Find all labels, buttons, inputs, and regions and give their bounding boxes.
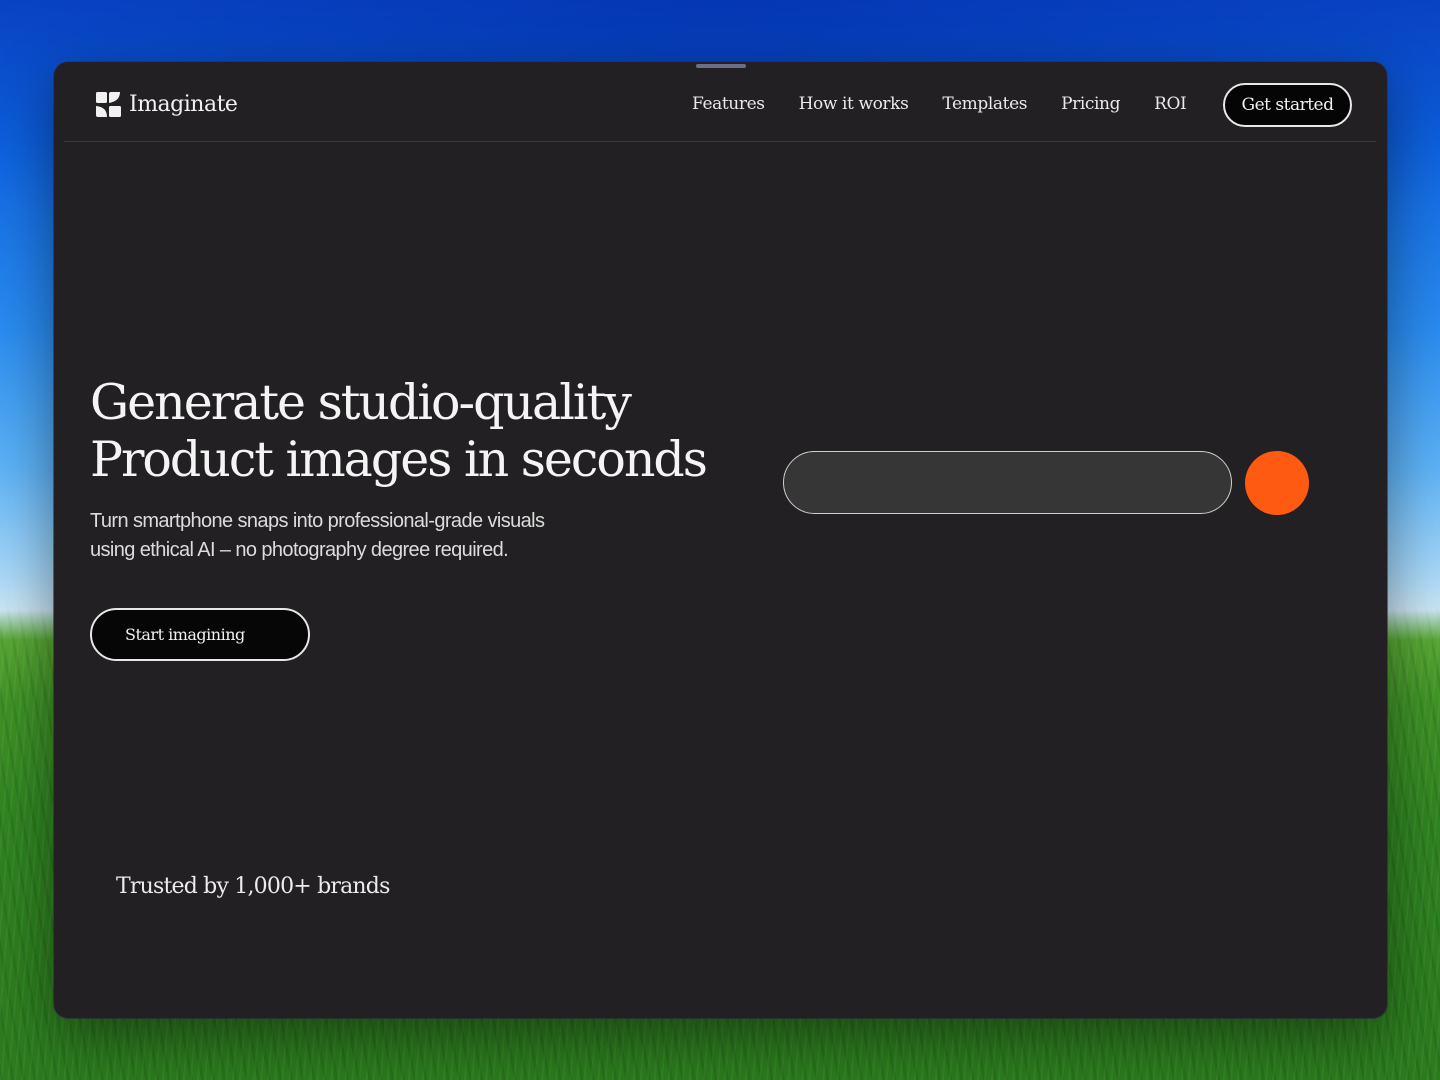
nav-link-how-it-works[interactable]: How it works bbox=[799, 94, 909, 114]
hero-subtitle-line-2: using ethical AI – no photography degree… bbox=[90, 539, 509, 561]
hero-title: Generate studio-quality Product images i… bbox=[90, 374, 730, 488]
brand-name: Imaginate bbox=[129, 92, 238, 117]
hero-subtitle-line-1: Turn smartphone snaps into professional-… bbox=[90, 510, 545, 532]
four-tile-logo-icon bbox=[96, 92, 121, 117]
hero-subtitle: Turn smartphone snaps into professional-… bbox=[90, 507, 650, 565]
get-started-button[interactable]: Get started bbox=[1223, 83, 1352, 127]
prompt-input[interactable] bbox=[783, 451, 1232, 514]
primary-nav: Features How it works Templates Pricing … bbox=[692, 94, 1187, 114]
generate-button[interactable] bbox=[1245, 451, 1309, 515]
hero-title-line-1: Generate studio-quality bbox=[90, 374, 632, 431]
hero-title-line-2: Product images in seconds bbox=[90, 431, 708, 488]
nav-link-pricing[interactable]: Pricing bbox=[1061, 94, 1120, 114]
nav-link-templates[interactable]: Templates bbox=[942, 94, 1027, 114]
brand-home-link[interactable]: Imaginate bbox=[96, 92, 238, 117]
nav-item-templates: Templates bbox=[942, 94, 1027, 114]
nav-link-roi[interactable]: ROI bbox=[1154, 94, 1187, 114]
browser-window: Imaginate Features How it works Template… bbox=[54, 62, 1387, 1018]
top-navigation-bar: Imaginate Features How it works Template… bbox=[64, 62, 1376, 142]
trusted-by-brands-text: Trusted by 1,000+ brands bbox=[116, 874, 390, 899]
nav-link-features[interactable]: Features bbox=[692, 94, 765, 114]
nav-item-how-it-works: How it works bbox=[799, 94, 909, 114]
start-imagining-button[interactable]: Start imagining bbox=[90, 608, 310, 661]
nav-item-pricing: Pricing bbox=[1061, 94, 1120, 114]
nav-item-features: Features bbox=[692, 94, 765, 114]
nav-item-roi: ROI bbox=[1154, 94, 1187, 114]
